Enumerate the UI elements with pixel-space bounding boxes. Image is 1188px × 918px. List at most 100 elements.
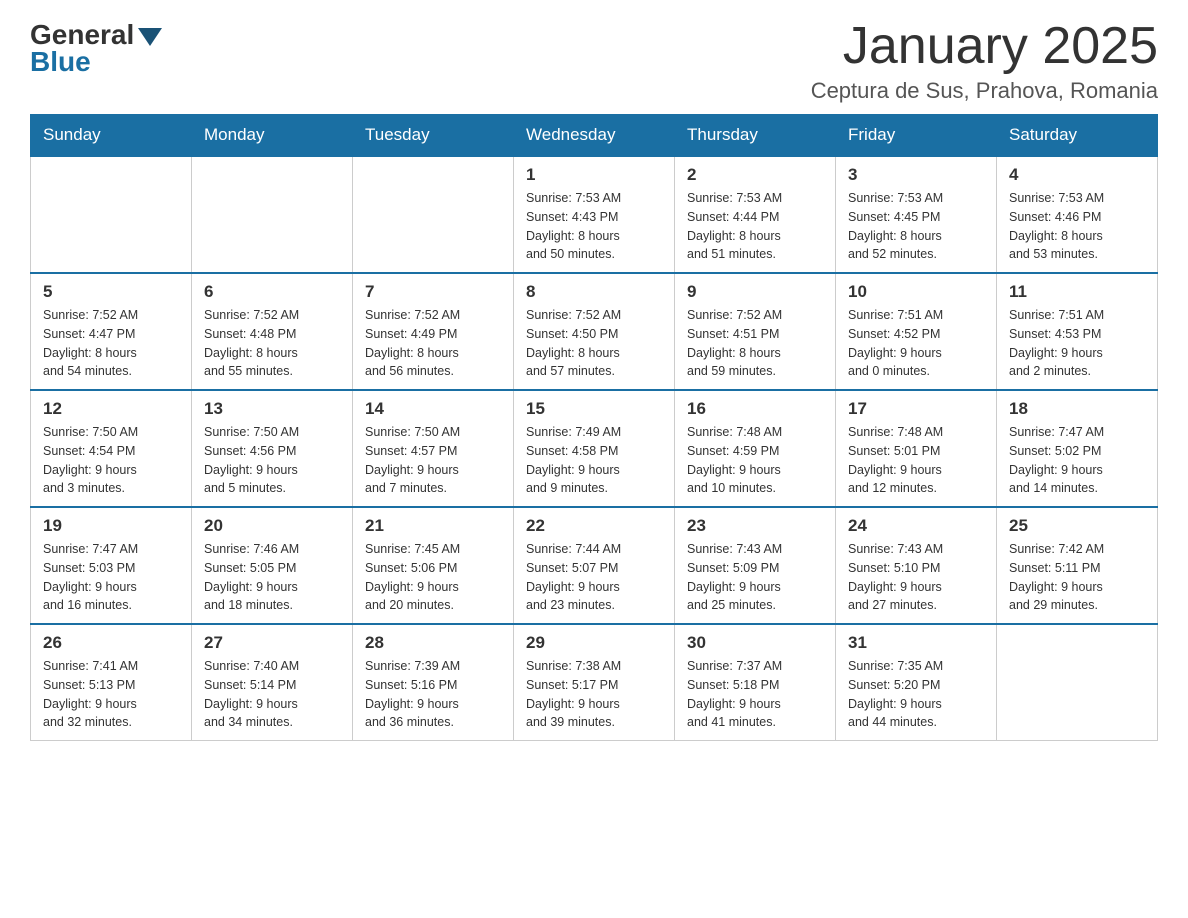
week-row-2: 12 Sunrise: 7:50 AMSunset: 4:54 PMDayligh… [31,390,1158,507]
weekday-header-monday: Monday [192,115,353,157]
day-number: 19 [43,516,179,536]
weekday-header-saturday: Saturday [997,115,1158,157]
day-number: 18 [1009,399,1145,419]
weekday-header-wednesday: Wednesday [514,115,675,157]
day-info: Sunrise: 7:53 AMSunset: 4:44 PMDaylight:… [687,189,823,264]
day-info: Sunrise: 7:51 AMSunset: 4:53 PMDaylight:… [1009,306,1145,381]
calendar-cell: 23 Sunrise: 7:43 AMSunset: 5:09 PMDayligh… [675,507,836,624]
day-info: Sunrise: 7:35 AMSunset: 5:20 PMDaylight:… [848,657,984,732]
day-number: 15 [526,399,662,419]
calendar-cell: 26 Sunrise: 7:41 AMSunset: 5:13 PMDayligh… [31,624,192,741]
calendar-cell: 6Sunrise: 7:52 AMSunset: 4:48 PMDaylight… [192,273,353,390]
day-info: Sunrise: 7:41 AMSunset: 5:13 PMDaylight:… [43,657,179,732]
day-number: 12 [43,399,179,419]
calendar-cell: 27 Sunrise: 7:40 AMSunset: 5:14 PMDayligh… [192,624,353,741]
day-number: 13 [204,399,340,419]
day-number: 31 [848,633,984,653]
day-number: 9 [687,282,823,302]
day-info: Sunrise: 7:47 AMSunset: 5:02 PMDaylight:… [1009,423,1145,498]
calendar-cell: 16Sunrise: 7:48 AMSunset: 4:59 PMDayligh… [675,390,836,507]
day-number: 22 [526,516,662,536]
page-header: General Blue January 2025 Ceptura de Sus… [30,20,1158,104]
calendar-cell: 14 Sunrise: 7:50 AMSunset: 4:57 PMDayligh… [353,390,514,507]
calendar-cell: 19 Sunrise: 7:47 AMSunset: 5:03 PMDayligh… [31,507,192,624]
calendar-cell: 1 Sunrise: 7:53 AMSunset: 4:43 PMDaylight… [514,156,675,273]
week-row-3: 19 Sunrise: 7:47 AMSunset: 5:03 PMDayligh… [31,507,1158,624]
day-number: 10 [848,282,984,302]
day-info: Sunrise: 7:53 AMSunset: 4:43 PMDaylight:… [526,189,662,264]
month-title: January 2025 [811,20,1158,72]
calendar-cell: 30 Sunrise: 7:37 AMSunset: 5:18 PMDayligh… [675,624,836,741]
day-info: Sunrise: 7:48 AMSunset: 4:59 PMDaylight:… [687,423,823,498]
calendar-cell: 8Sunrise: 7:52 AMSunset: 4:50 PMDaylight… [514,273,675,390]
day-number: 5 [43,282,179,302]
day-number: 26 [43,633,179,653]
day-info: Sunrise: 7:53 AMSunset: 4:45 PMDaylight:… [848,189,984,264]
day-number: 25 [1009,516,1145,536]
logo-blue-text: Blue [30,47,162,78]
calendar-cell: 18 Sunrise: 7:47 AMSunset: 5:02 PMDayligh… [997,390,1158,507]
day-number: 21 [365,516,501,536]
day-info: Sunrise: 7:37 AMSunset: 5:18 PMDaylight:… [687,657,823,732]
day-info: Sunrise: 7:40 AMSunset: 5:14 PMDaylight:… [204,657,340,732]
day-info: Sunrise: 7:51 AMSunset: 4:52 PMDaylight:… [848,306,984,381]
calendar-header: SundayMondayTuesdayWednesdayThursdayFrid… [31,115,1158,157]
day-number: 6 [204,282,340,302]
calendar-cell: 17Sunrise: 7:48 AMSunset: 5:01 PMDayligh… [836,390,997,507]
day-number: 20 [204,516,340,536]
day-number: 23 [687,516,823,536]
day-info: Sunrise: 7:42 AMSunset: 5:11 PMDaylight:… [1009,540,1145,615]
calendar-cell [31,156,192,273]
calendar-cell: 15 Sunrise: 7:49 AMSunset: 4:58 PMDayligh… [514,390,675,507]
day-info: Sunrise: 7:38 AMSunset: 5:17 PMDaylight:… [526,657,662,732]
day-number: 30 [687,633,823,653]
day-info: Sunrise: 7:47 AMSunset: 5:03 PMDaylight:… [43,540,179,615]
weekday-row: SundayMondayTuesdayWednesdayThursdayFrid… [31,115,1158,157]
calendar-cell: 29 Sunrise: 7:38 AMSunset: 5:17 PMDayligh… [514,624,675,741]
day-number: 11 [1009,282,1145,302]
day-info: Sunrise: 7:43 AMSunset: 5:09 PMDaylight:… [687,540,823,615]
day-number: 2 [687,165,823,185]
day-info: Sunrise: 7:45 AMSunset: 5:06 PMDaylight:… [365,540,501,615]
day-number: 28 [365,633,501,653]
calendar-cell: 7Sunrise: 7:52 AMSunset: 4:49 PMDaylight… [353,273,514,390]
calendar-cell [997,624,1158,741]
weekday-header-sunday: Sunday [31,115,192,157]
week-row-4: 26 Sunrise: 7:41 AMSunset: 5:13 PMDayligh… [31,624,1158,741]
day-info: Sunrise: 7:50 AMSunset: 4:57 PMDaylight:… [365,423,501,498]
day-number: 1 [526,165,662,185]
weekday-header-tuesday: Tuesday [353,115,514,157]
day-number: 14 [365,399,501,419]
week-row-0: 1 Sunrise: 7:53 AMSunset: 4:43 PMDaylight… [31,156,1158,273]
calendar-cell [353,156,514,273]
calendar-cell: 3Sunrise: 7:53 AMSunset: 4:45 PMDaylight… [836,156,997,273]
day-number: 29 [526,633,662,653]
day-info: Sunrise: 7:44 AMSunset: 5:07 PMDaylight:… [526,540,662,615]
day-info: Sunrise: 7:50 AMSunset: 4:56 PMDaylight:… [204,423,340,498]
day-info: Sunrise: 7:52 AMSunset: 4:47 PMDaylight:… [43,306,179,381]
location-title: Ceptura de Sus, Prahova, Romania [811,78,1158,104]
calendar-body: 1 Sunrise: 7:53 AMSunset: 4:43 PMDaylight… [31,156,1158,741]
day-info: Sunrise: 7:53 AMSunset: 4:46 PMDaylight:… [1009,189,1145,264]
logo: General Blue [30,20,162,78]
calendar-cell: 5 Sunrise: 7:52 AMSunset: 4:47 PMDaylight… [31,273,192,390]
day-info: Sunrise: 7:48 AMSunset: 5:01 PMDaylight:… [848,423,984,498]
week-row-1: 5 Sunrise: 7:52 AMSunset: 4:47 PMDaylight… [31,273,1158,390]
logo-arrow-icon [138,28,162,46]
calendar-cell: 21 Sunrise: 7:45 AMSunset: 5:06 PMDayligh… [353,507,514,624]
calendar-cell: 25 Sunrise: 7:42 AMSunset: 5:11 PMDayligh… [997,507,1158,624]
day-info: Sunrise: 7:46 AMSunset: 5:05 PMDaylight:… [204,540,340,615]
day-info: Sunrise: 7:50 AMSunset: 4:54 PMDaylight:… [43,423,179,498]
calendar-cell: 20 Sunrise: 7:46 AMSunset: 5:05 PMDayligh… [192,507,353,624]
calendar-cell: 22 Sunrise: 7:44 AMSunset: 5:07 PMDayligh… [514,507,675,624]
day-number: 24 [848,516,984,536]
calendar-cell: 2 Sunrise: 7:53 AMSunset: 4:44 PMDaylight… [675,156,836,273]
day-info: Sunrise: 7:39 AMSunset: 5:16 PMDaylight:… [365,657,501,732]
title-section: January 2025 Ceptura de Sus, Prahova, Ro… [811,20,1158,104]
day-info: Sunrise: 7:52 AMSunset: 4:50 PMDaylight:… [526,306,662,381]
calendar-cell: 13 Sunrise: 7:50 AMSunset: 4:56 PMDayligh… [192,390,353,507]
weekday-header-thursday: Thursday [675,115,836,157]
day-number: 27 [204,633,340,653]
day-info: Sunrise: 7:49 AMSunset: 4:58 PMDaylight:… [526,423,662,498]
calendar-cell: 24Sunrise: 7:43 AMSunset: 5:10 PMDayligh… [836,507,997,624]
